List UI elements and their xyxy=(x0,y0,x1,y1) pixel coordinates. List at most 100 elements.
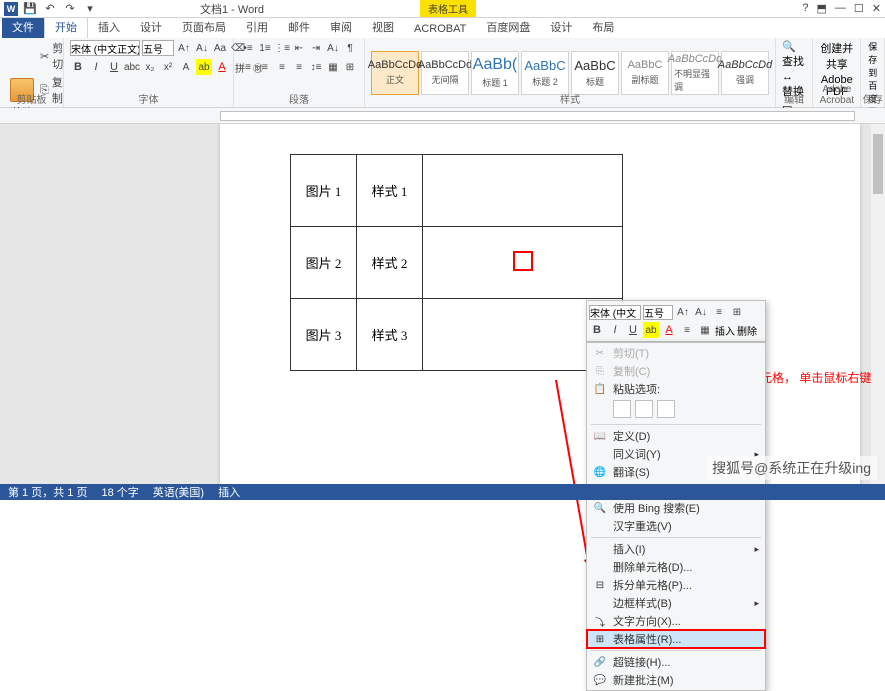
horizontal-ruler[interactable] xyxy=(0,108,885,124)
mini-align[interactable]: ≡ xyxy=(679,322,695,338)
status-language[interactable]: 英语(美国) xyxy=(153,484,204,500)
table-cell[interactable]: 样式 1 xyxy=(357,155,423,227)
font-size-select[interactable] xyxy=(142,40,174,56)
paste-option-1[interactable] xyxy=(613,400,631,418)
table-cell[interactable]: 图片 2 xyxy=(291,227,357,299)
strike-button[interactable]: abc xyxy=(124,59,140,75)
tab-view[interactable]: 视图 xyxy=(362,16,404,38)
ctx-table-properties[interactable]: ⊞表格属性(R)... xyxy=(587,630,765,648)
shading-button[interactable]: ▦ xyxy=(325,59,341,75)
status-page[interactable]: 第 1 页，共 1 页 xyxy=(8,484,87,500)
mini-color[interactable]: A xyxy=(661,322,677,338)
ctx-define[interactable]: 📖定义(D) xyxy=(587,427,765,445)
ctx-insert[interactable]: 插入(I)▸ xyxy=(587,540,765,558)
mini-italic[interactable]: I xyxy=(607,322,623,338)
mini-highlight[interactable]: ab xyxy=(643,322,659,338)
mini-bold[interactable]: B xyxy=(589,322,605,338)
tab-mailings[interactable]: 邮件 xyxy=(278,16,320,38)
status-insert-mode[interactable]: 插入 xyxy=(218,484,240,500)
indent-inc-button[interactable]: ⇥ xyxy=(308,40,324,56)
mini-shade[interactable]: ▦ xyxy=(697,322,713,338)
tab-insert[interactable]: 插入 xyxy=(88,16,130,38)
font-name-select[interactable] xyxy=(70,40,140,56)
tab-references[interactable]: 引用 xyxy=(236,16,278,38)
document-table[interactable]: 图片 1 样式 1 图片 2 样式 2 图片 3 样式 3 xyxy=(290,154,623,371)
change-case-button[interactable]: Aa xyxy=(212,40,228,56)
underline-button[interactable]: U xyxy=(106,59,122,75)
style-emphasis[interactable]: AaBbCcDd强调 xyxy=(721,51,769,95)
styles-gallery[interactable]: AaBbCcDd正文 AaBbCcDd无间隔 AaBb(标题 1 AaBbC标题… xyxy=(371,51,769,95)
tab-acrobat[interactable]: ACROBAT xyxy=(404,20,476,38)
tab-baidu[interactable]: 百度网盘 xyxy=(476,16,540,38)
tab-design[interactable]: 设计 xyxy=(130,16,172,38)
show-marks-button[interactable]: ¶ xyxy=(342,40,358,56)
mini-borders[interactable]: ⊞ xyxy=(729,304,745,320)
style-h2[interactable]: AaBbC标题 2 xyxy=(521,51,569,95)
align-left-button[interactable]: ≡ xyxy=(240,59,256,75)
table-cell-active[interactable] xyxy=(423,227,623,299)
justify-button[interactable]: ≡ xyxy=(291,59,307,75)
ctx-new-comment[interactable]: 💬新建批注(M) xyxy=(587,671,765,689)
maximize-icon[interactable]: ☐ xyxy=(854,2,864,15)
tab-home[interactable]: 开始 xyxy=(44,15,88,38)
ribbon-options-icon[interactable]: ⬒ xyxy=(817,2,827,15)
acrobat-create-button[interactable]: 创建并共享 xyxy=(819,40,854,72)
mini-bullets[interactable]: ≡ xyxy=(711,304,727,320)
bold-button[interactable]: B xyxy=(70,59,86,75)
numbering-button[interactable]: 1≡ xyxy=(257,40,273,56)
style-normal[interactable]: AaBbCcDd正文 xyxy=(371,51,419,95)
table-cell[interactable]: 图片 1 xyxy=(291,155,357,227)
ctx-hyperlink[interactable]: 🔗超链接(H)... xyxy=(587,653,765,671)
tab-table-design[interactable]: 设计 xyxy=(540,16,582,38)
style-title[interactable]: AaBbC标题 xyxy=(571,51,619,95)
style-subtle[interactable]: AaBbCcDd不明显强调 xyxy=(671,51,719,95)
font-color-button[interactable]: A xyxy=(214,59,230,75)
bullets-button[interactable]: •≡ xyxy=(240,40,256,56)
qat-customize[interactable]: ▾ xyxy=(82,2,98,16)
qat-redo[interactable]: ↷ xyxy=(62,2,78,16)
align-center-button[interactable]: ≡ xyxy=(257,59,273,75)
style-h1[interactable]: AaBb(标题 1 xyxy=(471,51,519,95)
mini-font-size[interactable] xyxy=(643,305,673,320)
mini-delete[interactable]: 删除 xyxy=(737,323,757,338)
minimize-icon[interactable]: — xyxy=(835,2,846,15)
mini-grow-font[interactable]: A↑ xyxy=(675,304,691,320)
table-cell[interactable]: 样式 2 xyxy=(357,227,423,299)
table-cell[interactable]: 图片 3 xyxy=(291,299,357,371)
highlight-button[interactable]: ab xyxy=(196,59,212,75)
paste-option-2[interactable] xyxy=(635,400,653,418)
sort-button[interactable]: A↓ xyxy=(325,40,341,56)
grow-font-button[interactable]: A↑ xyxy=(176,40,192,56)
mini-insert[interactable]: 插入 xyxy=(715,323,735,338)
tab-review[interactable]: 审阅 xyxy=(320,16,362,38)
table-cell[interactable] xyxy=(423,155,623,227)
superscript-button[interactable]: x² xyxy=(160,59,176,75)
ctx-text-direction[interactable]: ⤵文字方向(X)... xyxy=(587,612,765,630)
mini-underline[interactable]: U xyxy=(625,322,641,338)
align-right-button[interactable]: ≡ xyxy=(274,59,290,75)
multilevel-button[interactable]: ⋮≡ xyxy=(274,40,290,56)
paste-option-3[interactable] xyxy=(657,400,675,418)
tab-table-layout[interactable]: 布局 xyxy=(582,16,624,38)
mini-shrink-font[interactable]: A↓ xyxy=(693,304,709,320)
text-effects-button[interactable]: A xyxy=(178,59,194,75)
tab-file[interactable]: 文件 xyxy=(2,16,44,38)
qat-save[interactable]: 💾 xyxy=(22,2,38,16)
ctx-border-style[interactable]: 边框样式(B)▸ xyxy=(587,594,765,612)
ctx-hanzi[interactable]: 汉字重选(V) xyxy=(587,517,765,535)
status-word-count[interactable]: 18 个字 xyxy=(101,484,138,500)
mini-font-name[interactable] xyxy=(589,305,641,320)
subscript-button[interactable]: x₂ xyxy=(142,59,158,75)
find-button[interactable]: 🔍 查找 xyxy=(782,40,806,69)
vertical-scrollbar[interactable] xyxy=(871,124,885,484)
help-icon[interactable]: ? xyxy=(802,2,808,15)
ctx-bing[interactable]: 🔍使用 Bing 搜索(E) xyxy=(587,499,765,517)
shrink-font-button[interactable]: A↓ xyxy=(194,40,210,56)
style-subtitle[interactable]: AaBbC副标题 xyxy=(621,51,669,95)
italic-button[interactable]: I xyxy=(88,59,104,75)
close-icon[interactable]: ✕ xyxy=(872,2,881,15)
ctx-cut[interactable]: ✂剪切(T) xyxy=(587,344,765,362)
line-spacing-button[interactable]: ↕≡ xyxy=(308,59,324,75)
ctx-split-cell[interactable]: ⊟拆分单元格(P)... xyxy=(587,576,765,594)
tab-layout[interactable]: 页面布局 xyxy=(172,16,236,38)
